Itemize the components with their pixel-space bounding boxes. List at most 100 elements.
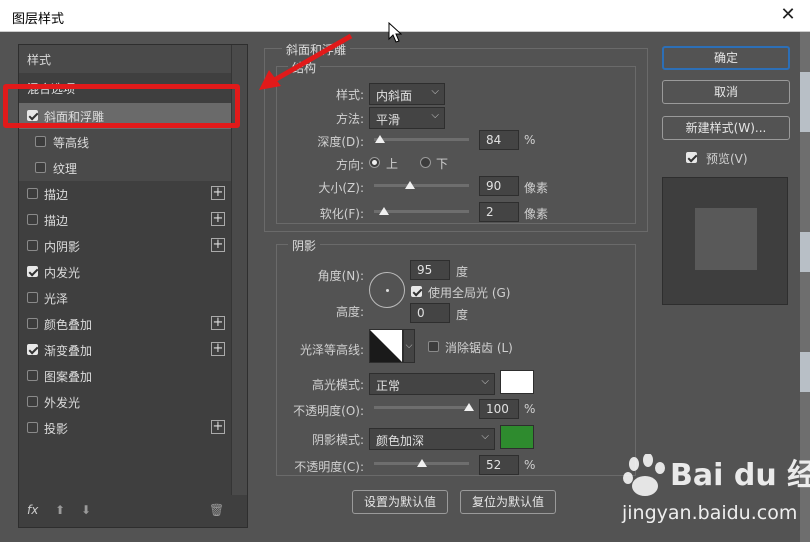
style-item[interactable]: 投影 +: [19, 415, 231, 441]
highlight-opacity-input[interactable]: 100: [479, 399, 519, 419]
style-item-label: 外发光: [44, 396, 81, 410]
highlight-mode-select[interactable]: 正常 ⌵: [369, 373, 495, 395]
cancel-button[interactable]: 取消: [662, 80, 790, 104]
shadow-opacity-input[interactable]: 52: [479, 455, 519, 475]
add-style-icon[interactable]: +: [211, 238, 225, 252]
style-item[interactable]: 描边 +: [19, 207, 231, 233]
shadow-mode-select[interactable]: 颜色加深 ⌵: [369, 428, 495, 450]
style-item[interactable]: 图案叠加: [19, 363, 231, 389]
style-checkbox[interactable]: [27, 188, 38, 199]
highlight-color-swatch[interactable]: [500, 370, 534, 394]
shadow-mode-value: 颜色加深: [376, 434, 425, 448]
style-item[interactable]: 纹理: [19, 155, 231, 181]
angle-input[interactable]: 95: [410, 260, 450, 280]
style-item-label: 内发光: [44, 266, 81, 280]
reset-default-button[interactable]: 复位为默认值: [460, 490, 556, 514]
style-checkbox[interactable]: [27, 318, 38, 329]
direction-up-radio[interactable]: [369, 157, 380, 168]
highlight-opacity-label: 不透明度(O):: [293, 404, 364, 418]
style-checkbox[interactable]: [27, 266, 38, 277]
style-checkbox[interactable]: [27, 240, 38, 251]
highlight-opacity-slider[interactable]: [374, 403, 474, 411]
style-item-label: 描边: [44, 214, 69, 228]
style-select-value: 内斜面: [376, 89, 413, 103]
ok-button[interactable]: 确定: [662, 46, 790, 70]
depth-slider-thumb[interactable]: [374, 135, 385, 143]
soften-slider[interactable]: [374, 207, 469, 215]
add-style-icon[interactable]: +: [211, 212, 225, 226]
preview-checkbox[interactable]: [686, 152, 697, 163]
angle-dial-center: [386, 289, 389, 292]
background-image-slice: [800, 72, 810, 132]
depth-slider[interactable]: [374, 135, 469, 143]
style-checkbox[interactable]: [27, 344, 38, 355]
antialias-checkbox[interactable]: [428, 341, 439, 352]
size-slider-thumb[interactable]: [405, 181, 416, 189]
fx-icon[interactable]: fx: [27, 503, 38, 517]
soften-slider-thumb[interactable]: [378, 207, 389, 215]
style-checkbox[interactable]: [27, 292, 38, 303]
style-checkbox[interactable]: [27, 422, 38, 433]
altitude-label: 高度:: [335, 305, 364, 319]
size-label: 大小(Z):: [318, 181, 364, 195]
style-item-label: 描边: [44, 188, 69, 202]
shading-title: 阴影: [288, 237, 321, 254]
global-light-checkbox[interactable]: [411, 286, 422, 297]
style-item[interactable]: 渐变叠加 +: [19, 337, 231, 363]
mouse-cursor-icon: [388, 22, 402, 43]
style-item[interactable]: 内阴影 +: [19, 233, 231, 259]
gloss-contour-picker[interactable]: [369, 329, 403, 363]
style-item[interactable]: 光泽: [19, 285, 231, 311]
shadow-opacity-thumb[interactable]: [416, 459, 427, 467]
depth-label: 深度(D):: [317, 135, 364, 149]
set-default-button[interactable]: 设置为默认值: [352, 490, 448, 514]
highlight-opacity-unit: %: [524, 402, 536, 416]
move-down-icon[interactable]: ⬇: [81, 503, 91, 517]
add-style-icon[interactable]: +: [211, 316, 225, 330]
background-image-slice: [800, 352, 810, 392]
add-style-icon[interactable]: +: [211, 420, 225, 434]
shadow-color-swatch[interactable]: [500, 425, 534, 449]
shadow-opacity-slider[interactable]: [374, 459, 469, 467]
soften-input[interactable]: 2: [479, 202, 519, 222]
chevron-down-icon: ⌵: [481, 431, 489, 442]
style-item-label: 光泽: [44, 292, 69, 306]
angle-dial[interactable]: [369, 272, 405, 308]
add-style-icon[interactable]: +: [211, 186, 225, 200]
altitude-input[interactable]: 0: [410, 303, 450, 323]
style-checkbox[interactable]: [35, 136, 46, 147]
depth-input[interactable]: 84: [479, 130, 519, 150]
add-style-icon[interactable]: +: [211, 342, 225, 356]
style-item[interactable]: 颜色叠加 +: [19, 311, 231, 337]
trash-icon[interactable]: 🗑: [209, 503, 224, 517]
close-icon[interactable]: ✕: [776, 4, 800, 25]
direction-down-radio[interactable]: [420, 157, 431, 168]
style-item[interactable]: 等高线: [19, 129, 231, 155]
title-bar: 图层样式 ✕: [0, 0, 810, 32]
style-checkbox[interactable]: [27, 214, 38, 225]
method-select[interactable]: 平滑 ⌵: [369, 107, 445, 129]
style-item-label: 投影: [44, 422, 69, 436]
move-up-icon[interactable]: ⬆: [55, 503, 65, 517]
new-style-button[interactable]: 新建样式(W)...: [662, 116, 790, 140]
styles-header[interactable]: 样式: [19, 45, 231, 73]
style-checkbox[interactable]: [35, 162, 46, 173]
gloss-contour-dropdown[interactable]: ⌵: [403, 329, 415, 363]
preview-label: 预览(V): [706, 152, 748, 166]
method-select-value: 平滑: [376, 113, 401, 127]
chevron-down-icon: ⌵: [431, 110, 439, 121]
size-slider[interactable]: [374, 181, 469, 189]
antialias-label: 消除锯齿 (L): [445, 341, 513, 355]
soften-label: 软化(F):: [319, 207, 364, 221]
style-select[interactable]: 内斜面 ⌵: [369, 83, 445, 105]
style-item-label: 纹理: [53, 162, 78, 176]
style-item-label: 内阴影: [44, 240, 81, 254]
style-item[interactable]: 外发光: [19, 389, 231, 415]
size-input[interactable]: 90: [479, 176, 519, 196]
style-item[interactable]: 内发光: [19, 259, 231, 285]
style-checkbox[interactable]: [27, 370, 38, 381]
style-item[interactable]: 描边 +: [19, 181, 231, 207]
style-checkbox[interactable]: [27, 396, 38, 407]
highlight-opacity-thumb[interactable]: [464, 403, 474, 411]
highlight-box-annotation: [3, 84, 240, 128]
